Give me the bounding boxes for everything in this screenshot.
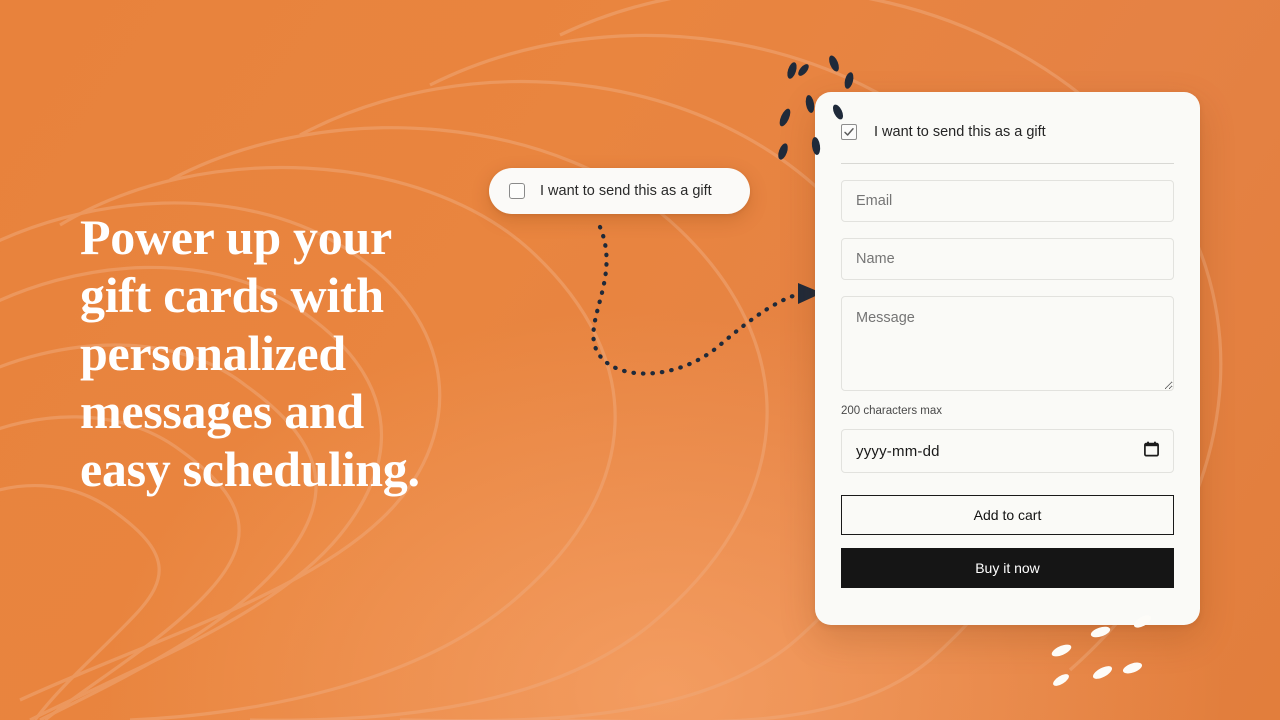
confetti-seed-icon	[796, 62, 811, 78]
email-field[interactable]	[841, 180, 1174, 222]
confetti-seed-icon	[777, 107, 793, 128]
confetti-seed-icon	[827, 54, 841, 73]
buy-it-now-button[interactable]: Buy it now	[841, 548, 1174, 588]
confetti-seed-icon	[843, 71, 855, 90]
confetti-seed-icon	[804, 94, 816, 114]
confetti-seed-icon	[1051, 671, 1071, 689]
promo-banner: Power up your gift cards with personaliz…	[0, 0, 1280, 720]
character-limit-helper: 200 characters max	[841, 405, 942, 417]
delivery-date-value: yyyy-mm-dd	[856, 442, 940, 460]
delivery-date-field[interactable]: yyyy-mm-dd	[841, 429, 1174, 473]
confetti-seed-icon	[776, 142, 790, 161]
gift-option-chip[interactable]: I want to send this as a gift	[489, 168, 750, 214]
confetti-seed-icon	[785, 61, 799, 80]
calendar-icon[interactable]	[1144, 441, 1159, 462]
checkbox-checked-icon[interactable]	[841, 124, 857, 140]
gift-checkbox-row[interactable]: I want to send this as a gift	[841, 122, 1174, 142]
confetti-seed-icon	[1121, 660, 1144, 676]
confetti-seed-icon	[1091, 663, 1114, 682]
gift-option-chip-label: I want to send this as a gift	[540, 183, 712, 199]
checkbox-unchecked-icon[interactable]	[509, 183, 525, 199]
confetti-seed-icon	[1050, 642, 1073, 659]
message-field[interactable]	[841, 296, 1174, 391]
name-field[interactable]	[841, 238, 1174, 280]
add-to-cart-button[interactable]: Add to cart	[841, 495, 1174, 535]
gift-checkbox-label: I want to send this as a gift	[874, 124, 1046, 140]
gift-card-product-form: I want to send this as a gift 200 charac…	[815, 92, 1200, 625]
confetti-seed-icon	[1089, 624, 1112, 640]
form-divider	[841, 163, 1174, 164]
page-title: Power up your gift cards with personaliz…	[80, 209, 420, 497]
dotted-curved-arrow-icon	[591, 224, 822, 376]
